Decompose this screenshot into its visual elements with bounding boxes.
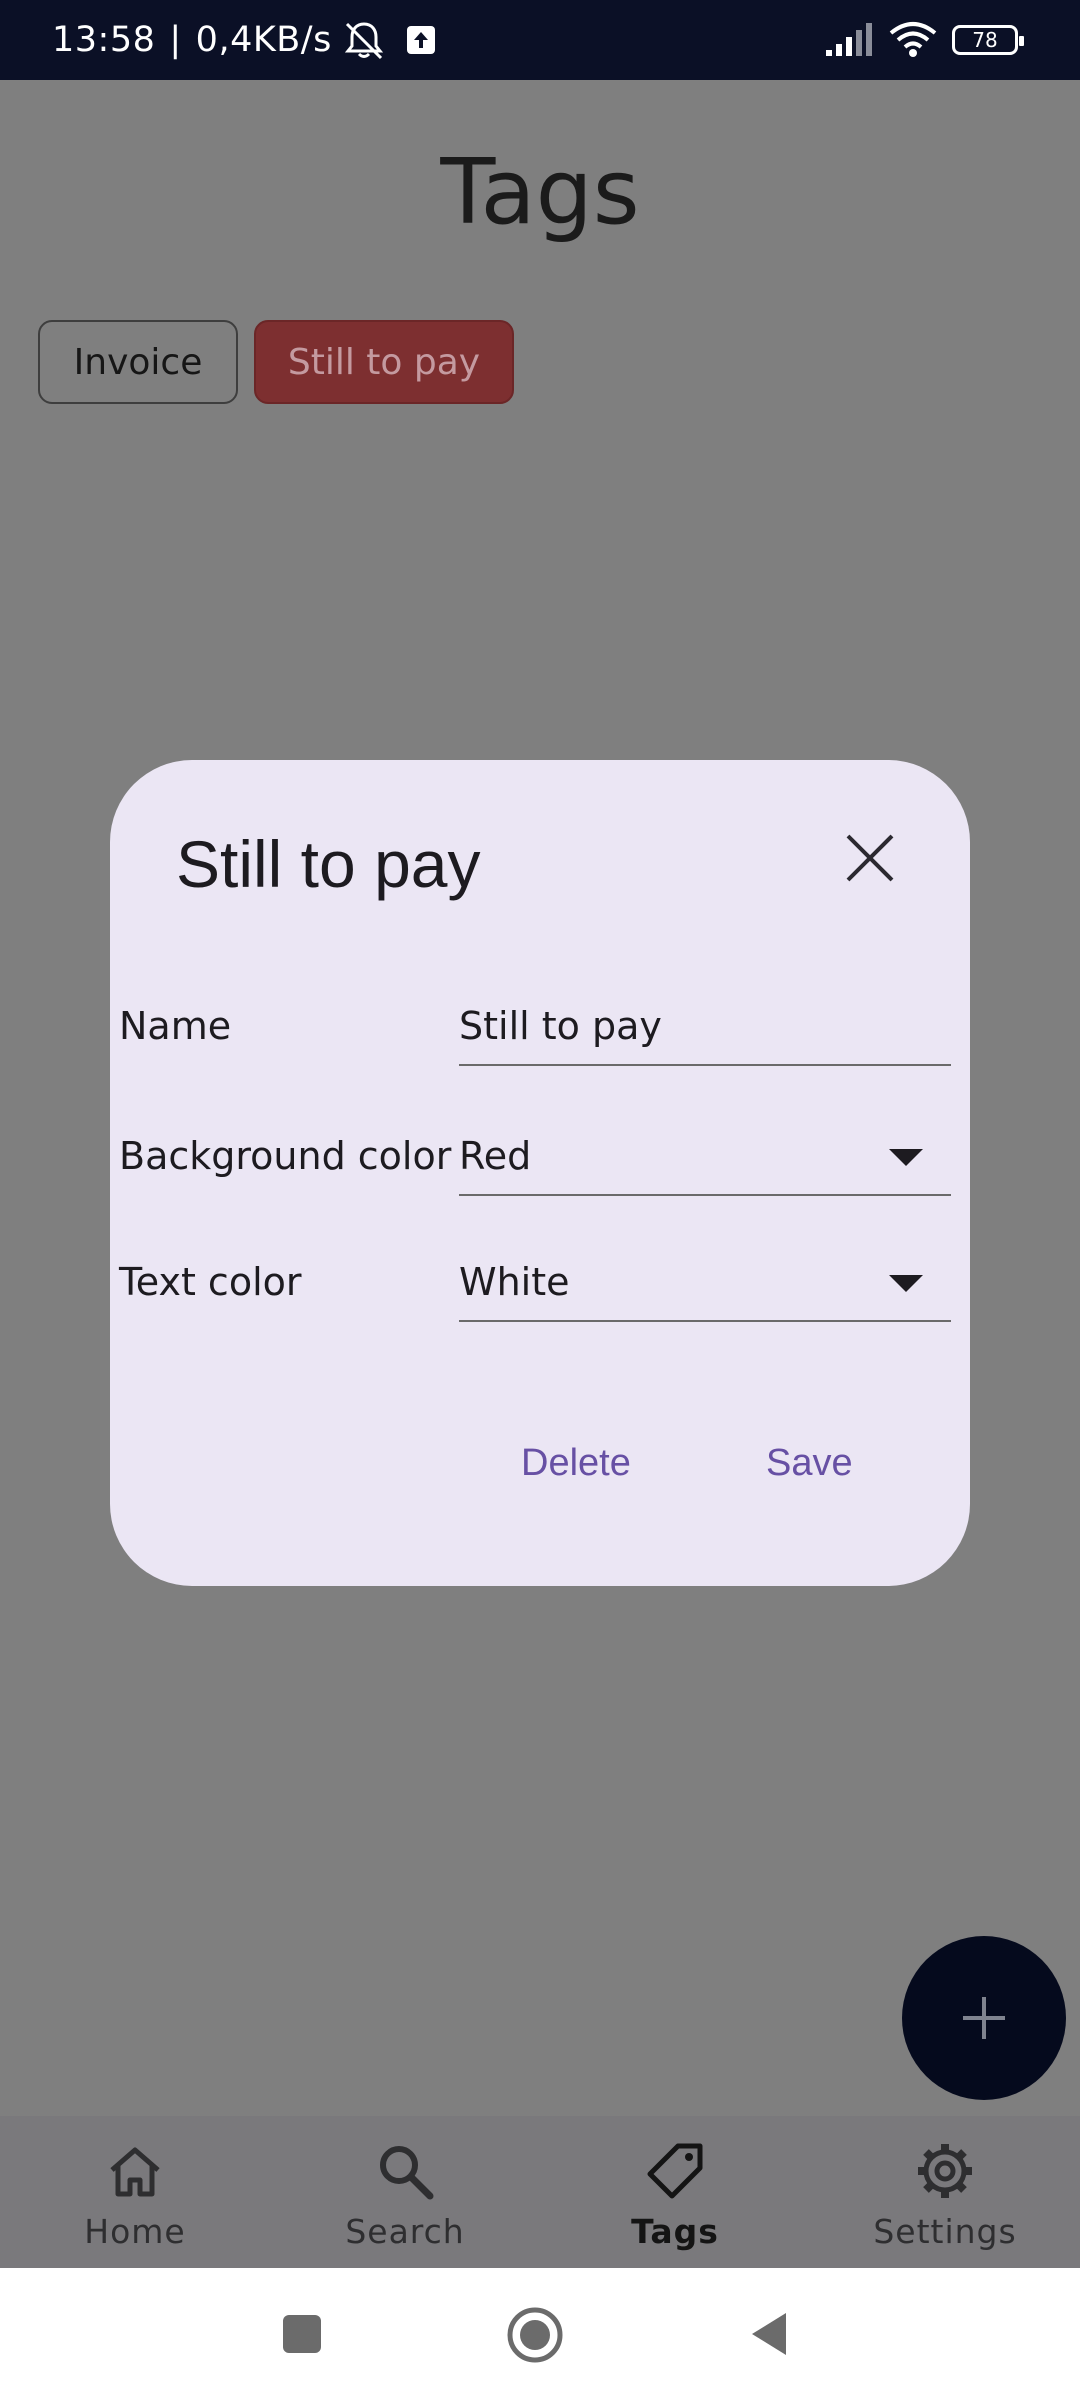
search-icon [380, 2146, 434, 2200]
status-bar: 13:58 | 0,4KB/s 78 [0, 0, 1080, 80]
wifi-icon [889, 22, 937, 57]
delete-button[interactable]: Delete [521, 1442, 631, 1485]
upload-icon [406, 26, 435, 54]
chevron-down-icon [889, 1275, 923, 1292]
edit-tag-dialog: Still to pay Name Still to pay Backgroun… [110, 760, 970, 1586]
chevron-down-icon [889, 1149, 923, 1166]
background-color-value: Red [459, 1134, 532, 1178]
save-button[interactable]: Save [766, 1442, 853, 1485]
add-tag-button[interactable] [902, 1936, 1066, 2100]
battery-icon: 78 [952, 25, 1024, 55]
system-navigation-bar [0, 2268, 1080, 2400]
background-color-label: Background color [119, 1134, 452, 1178]
nav-label-tags: Tags [631, 2212, 719, 2251]
home-circle-icon[interactable] [506, 2306, 564, 2364]
plus-icon [963, 1997, 1005, 2039]
nav-item-tags[interactable]: Tags [540, 2116, 810, 2268]
home-icon [110, 2147, 160, 2197]
gear-icon [918, 2144, 972, 2198]
status-time: 13:58 [52, 20, 156, 60]
back-triangle-icon[interactable] [748, 2310, 790, 2358]
nav-label-home: Home [84, 2212, 186, 2251]
dialog-title: Still to pay [176, 827, 481, 901]
nav-label-settings: Settings [873, 2212, 1017, 2251]
tag-icon [647, 2143, 703, 2199]
text-color-value: White [459, 1260, 570, 1304]
bell-muted-icon [344, 22, 383, 60]
page-title: Tags [440, 140, 640, 245]
nav-item-home[interactable]: Home [0, 2116, 270, 2268]
nav-item-search[interactable]: Search [270, 2116, 540, 2268]
signal-icon [826, 23, 872, 56]
status-right: 78 [824, 0, 1024, 80]
status-left: 13:58 | 0,4KB/s [52, 0, 438, 80]
status-separator: | [169, 20, 182, 60]
name-value: Still to pay [459, 1004, 662, 1048]
text-color-label: Text color [119, 1260, 302, 1304]
tag-chip-still-to-pay[interactable]: Still to pay [254, 320, 514, 404]
battery-level: 78 [972, 28, 998, 52]
recents-square-icon[interactable] [280, 2312, 324, 2356]
text-color-select[interactable]: White [459, 1244, 951, 1322]
background-color-select[interactable]: Red [459, 1118, 951, 1196]
nav-item-settings[interactable]: Settings [810, 2116, 1080, 2268]
nav-label-search: Search [345, 2212, 465, 2251]
network-speed: 0,4KB/s [195, 20, 332, 60]
name-field[interactable]: Still to pay [459, 988, 951, 1066]
close-icon[interactable] [840, 828, 900, 888]
bottom-navigation: Home Search Tags Settings [0, 2116, 1080, 2268]
tag-chip-invoice[interactable]: Invoice [38, 320, 238, 404]
name-label: Name [119, 1004, 232, 1048]
